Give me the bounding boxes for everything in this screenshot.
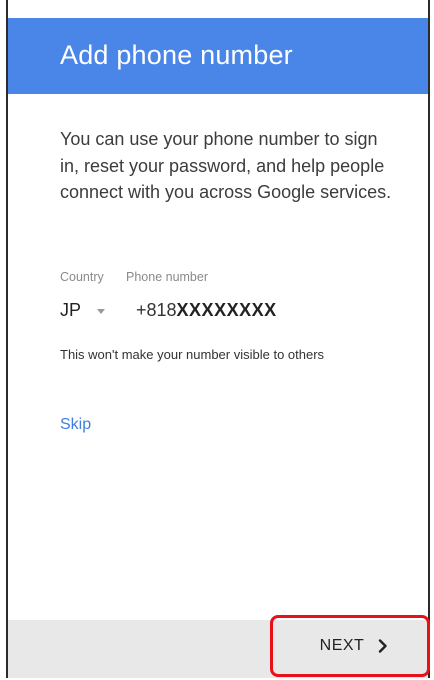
page-title: Add phone number [60, 40, 293, 70]
country-select[interactable]: JP [60, 296, 122, 324]
dropdown-triangle-icon [97, 308, 106, 314]
phone-digits: XXXXXXXX [176, 299, 277, 320]
phone-prefix: +818 [136, 299, 177, 320]
chevron-right-icon [378, 639, 388, 653]
visibility-note: This won't make your number visible to o… [60, 347, 325, 362]
next-button[interactable]: NEXT [270, 615, 430, 677]
phone-number-label: Phone number [126, 270, 209, 284]
header-bar: Add phone number [8, 18, 428, 94]
next-button-label: NEXT [319, 637, 365, 654]
description-text: You can use your phone number to sign in… [60, 129, 392, 202]
country-label: Country [60, 270, 104, 284]
phone-number-input[interactable]: +818 XXXXXXXX [136, 296, 277, 324]
setup-screen: Add phone number You can use your phone … [6, 0, 430, 678]
country-value: JP [60, 299, 82, 320]
skip-link[interactable]: Skip [60, 416, 91, 434]
